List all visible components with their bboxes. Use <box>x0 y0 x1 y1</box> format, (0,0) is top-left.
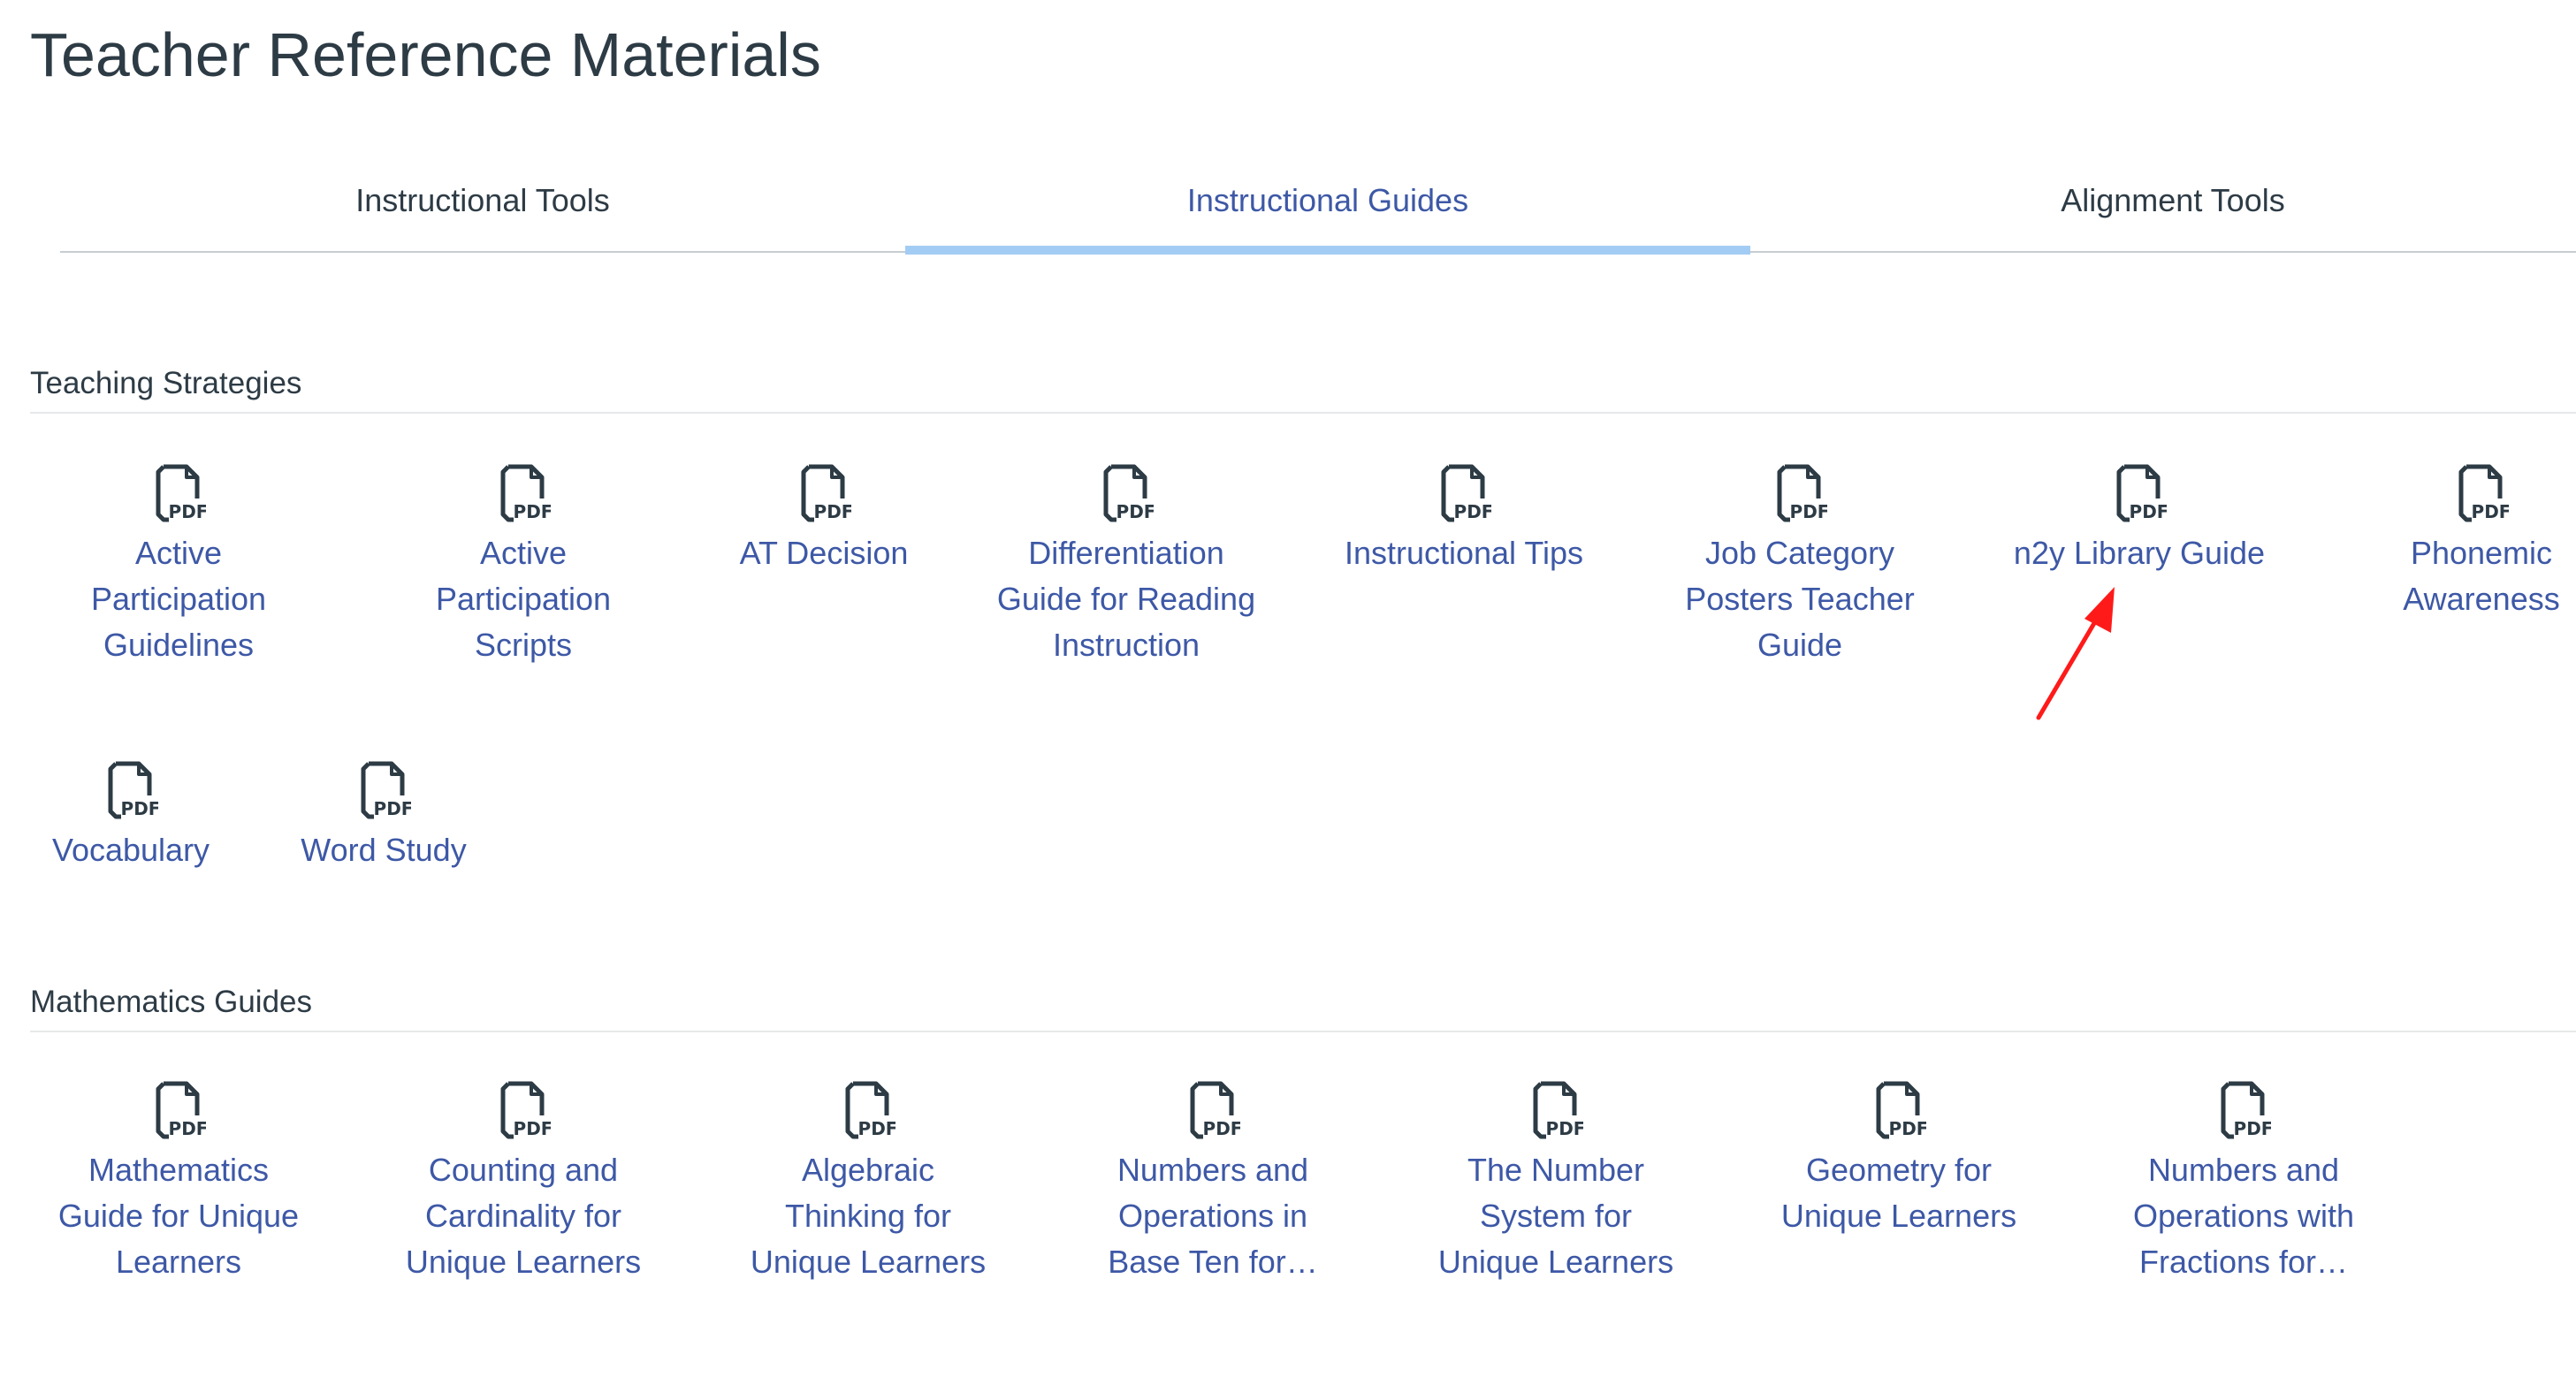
doc-label: The Number System for Unique Learners <box>1437 1152 1674 1280</box>
pdf-file-icon: PDF <box>801 464 851 522</box>
pdf-label: PDF <box>1203 1118 1240 1139</box>
pdf-file-icon: PDF <box>156 464 206 522</box>
pdf-label: PDF <box>1889 1118 1926 1139</box>
pdf-file-icon: PDF <box>845 1081 896 1139</box>
pdf-file-icon: PDF <box>1441 464 1491 522</box>
pdf-file-icon: PDF <box>500 1081 551 1139</box>
pdf-file-icon: PDF <box>2458 464 2509 522</box>
doc-label: Active Participation Scripts <box>435 535 612 663</box>
doc-link-job-category-posters[interactable]: PDF Job Category Posters Teacher Guide <box>1680 463 1920 668</box>
pdf-label: PDF <box>514 1118 551 1139</box>
doc-label: Phonemic Awareness <box>2403 535 2560 617</box>
pdf-file-icon: PDF <box>2221 1081 2271 1139</box>
pdf-file-icon: PDF <box>1876 1081 1926 1139</box>
pdf-file-icon: PDF <box>361 761 411 819</box>
pdf-label: PDF <box>1546 1118 1583 1139</box>
tab-bar: Instructional Tools Instructional Guides… <box>60 150 2576 255</box>
pdf-file-icon: PDF <box>156 1081 206 1139</box>
doc-label: Algebraic Thinking for Unique Learners <box>750 1152 987 1280</box>
pdf-file-icon: PDF <box>2116 464 2167 522</box>
doc-label: Instructional Tips <box>1344 535 1584 571</box>
doc-label: n2y Library Guide <box>2013 535 2266 571</box>
doc-link-active-participation-guidelines[interactable]: PDF Active Participation Guidelines <box>53 463 304 668</box>
pdf-file-icon: PDF <box>500 464 551 522</box>
doc-link-the-number-system[interactable]: PDF The Number System for Unique Learner… <box>1430 1080 1681 1285</box>
pdf-file-icon: PDF <box>1190 1081 1240 1139</box>
doc-link-mathematics-guide[interactable]: PDF Mathematics Guide for Unique Learner… <box>53 1080 304 1285</box>
doc-label: Counting and Cardinality for Unique Lear… <box>405 1152 642 1280</box>
tab-instructional-guides[interactable]: Instructional Guides <box>905 150 1750 255</box>
doc-link-phonemic-awareness[interactable]: PDF Phonemic Awareness <box>2387 463 2576 622</box>
doc-link-active-participation-scripts[interactable]: PDF Active Participation Scripts <box>398 463 649 668</box>
pdf-label: PDF <box>1117 501 1154 522</box>
pdf-label: PDF <box>169 501 206 522</box>
doc-label: Job Category Posters Teacher Guide <box>1685 535 1915 663</box>
doc-link-at-decision[interactable]: PDF AT Decision <box>718 463 930 576</box>
section-header-teaching-strategies: Teaching Strategies <box>30 357 2576 414</box>
doc-label: Vocabulary <box>51 832 210 868</box>
doc-label: Numbers and Operations with Fractions fo… <box>2132 1152 2355 1280</box>
doc-link-word-study[interactable]: PDF Word Study <box>279 760 488 873</box>
doc-label: Mathematics Guide for Unique Learners <box>57 1152 300 1280</box>
page-title: Teacher Reference Materials <box>30 20 821 89</box>
doc-label: Numbers and Operations in Base Ten for… <box>1108 1152 1318 1280</box>
pdf-label: PDF <box>2130 501 2167 522</box>
doc-label: Word Study <box>301 832 467 868</box>
pdf-file-icon: PDF <box>1777 464 1827 522</box>
doc-link-counting-and-cardinality[interactable]: PDF Counting and Cardinality for Unique … <box>398 1080 649 1285</box>
pdf-label: PDF <box>814 501 851 522</box>
pdf-file-icon: PDF <box>108 761 158 819</box>
pdf-label: PDF <box>1790 501 1827 522</box>
pdf-label: PDF <box>121 798 158 819</box>
doc-link-algebraic-thinking[interactable]: PDF Algebraic Thinking for Unique Learne… <box>743 1080 994 1285</box>
pdf-label: PDF <box>858 1118 896 1139</box>
doc-label: Active Participation Guidelines <box>90 535 267 663</box>
doc-label: Differentiation Guide for Reading Instru… <box>996 535 1256 663</box>
pdf-label: PDF <box>2472 501 2509 522</box>
pdf-label: PDF <box>514 501 551 522</box>
pdf-file-icon: PDF <box>1533 1081 1583 1139</box>
doc-link-differentiation-guide[interactable]: PDF Differentiation Guide for Reading In… <box>988 463 1264 668</box>
doc-link-n2y-library-guide[interactable]: PDF n2y Library Guide <box>2007 463 2272 576</box>
pdf-label: PDF <box>1454 501 1491 522</box>
doc-link-numbers-and-operations-base-ten[interactable]: PDF Numbers and Operations in Base Ten f… <box>1087 1080 1338 1285</box>
pdf-label: PDF <box>2234 1118 2271 1139</box>
doc-label: AT Decision <box>739 535 909 571</box>
pdf-file-icon: PDF <box>1103 464 1154 522</box>
doc-link-instructional-tips[interactable]: PDF Instructional Tips <box>1326 463 1602 576</box>
doc-link-numbers-and-operations-fractions[interactable]: PDF Numbers and Operations with Fraction… <box>2118 1080 2369 1285</box>
doc-label: Geometry for Unique Learners <box>1780 1152 2017 1234</box>
tab-alignment-tools[interactable]: Alignment Tools <box>1750 150 2576 251</box>
pdf-label: PDF <box>169 1118 206 1139</box>
pdf-label: PDF <box>374 798 411 819</box>
tab-instructional-tools[interactable]: Instructional Tools <box>60 150 905 251</box>
section-header-mathematics-guides: Mathematics Guides <box>30 976 2576 1032</box>
doc-link-vocabulary[interactable]: PDF Vocabulary <box>35 760 226 873</box>
doc-link-geometry[interactable]: PDF Geometry for Unique Learners <box>1773 1080 2024 1239</box>
